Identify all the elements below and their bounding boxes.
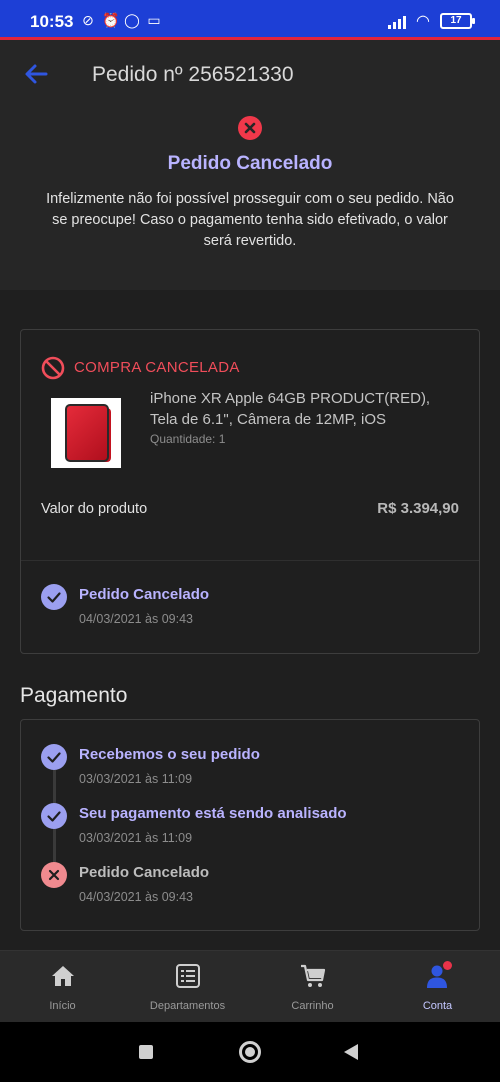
order-header: Pedido nº 256521330 Pedido Cancelado Inf… — [0, 40, 500, 290]
page-title: Pedido nº 256521330 — [92, 63, 294, 86]
order-status-title: Pedido Cancelado — [167, 153, 333, 174]
status-notification-icons: ⊘ ⏰ ◯ ▭ — [80, 12, 162, 28]
home-button[interactable] — [239, 1041, 261, 1063]
recent-apps-button[interactable] — [139, 1045, 153, 1059]
laptop-icon: ▭ — [147, 12, 161, 28]
home-icon — [52, 966, 74, 986]
price-value: R$ 3.394,90 — [377, 500, 459, 517]
payment-step-date: 03/03/2021 às 11:09 — [79, 831, 193, 845]
system-back-button[interactable] — [344, 1044, 358, 1060]
cart-icon — [301, 964, 326, 987]
purchase-cancelled-badge: COMPRA CANCELADA — [74, 359, 240, 376]
check-icon — [41, 803, 67, 829]
nav-item-conta[interactable]: Conta — [375, 951, 500, 1023]
order-status-message: Infelizmente não foi possível prosseguir… — [46, 191, 454, 249]
product-card: COMPRA CANCELADA iPhone XR Apple 64GB PR… — [20, 329, 480, 654]
payment-step-title: Seu pagamento está sendo analisado — [79, 805, 347, 822]
status-step-date: 04/03/2021 às 09:43 — [79, 612, 193, 626]
payment-step-date: 04/03/2021 às 09:43 — [79, 890, 193, 904]
status-time: 10:53 — [30, 12, 74, 31]
nav-item-carrinho[interactable]: Carrinho — [250, 951, 375, 1023]
nav-item-inicio[interactable]: Início — [0, 951, 125, 1023]
ban-icon — [41, 356, 65, 380]
alarm-icon: ⏰ — [102, 12, 120, 28]
product-quantity: Quantidade: 1 — [150, 432, 226, 446]
nav-label: Conta — [422, 1000, 453, 1012]
nav-label: Carrinho — [291, 1000, 334, 1012]
payment-step-title: Recebemos o seu pedido — [79, 746, 260, 763]
battery-icon: 17 — [440, 13, 475, 29]
signal-icon — [388, 13, 407, 29]
nav-item-departamentos[interactable]: Departamentos — [125, 951, 250, 1023]
status-bar: 10:53 ⊘ ⏰ ◯ ▭ ◠ 17 — [0, 0, 500, 40]
battery-level: 17 — [450, 15, 462, 26]
cancelled-icon — [238, 116, 262, 140]
notification-off-icon: ⊘ — [82, 12, 94, 28]
nav-label: Início — [49, 1000, 76, 1012]
system-navigation-bar — [0, 1022, 500, 1082]
product-name[interactable]: iPhone XR Apple 64GB PRODUCT(RED), Tela … — [150, 388, 460, 430]
nav-label: Departamentos — [149, 1000, 226, 1012]
bottom-navigation: Início Departamentos Carrinho Conta — [0, 950, 500, 1022]
check-icon — [41, 584, 67, 610]
wifi-icon: ◠ — [416, 13, 430, 30]
divider — [21, 560, 479, 561]
payment-step-title: Pedido Cancelado — [79, 864, 210, 881]
check-icon — [41, 744, 67, 770]
notification-dot — [443, 961, 452, 970]
list-icon — [176, 964, 200, 988]
status-step-title: Pedido Cancelado — [79, 586, 210, 603]
payment-section-title: Pagamento — [20, 684, 128, 707]
whatsapp-icon: ◯ — [124, 12, 140, 28]
payment-card: Recebemos o seu pedido 03/03/2021 às 11:… — [20, 719, 480, 931]
price-label: Valor do produto — [41, 501, 148, 517]
back-arrow-icon[interactable] — [22, 60, 50, 88]
cancel-x-icon — [41, 862, 67, 888]
payment-step-date: 03/03/2021 às 11:09 — [79, 772, 193, 786]
product-image[interactable] — [51, 398, 121, 468]
